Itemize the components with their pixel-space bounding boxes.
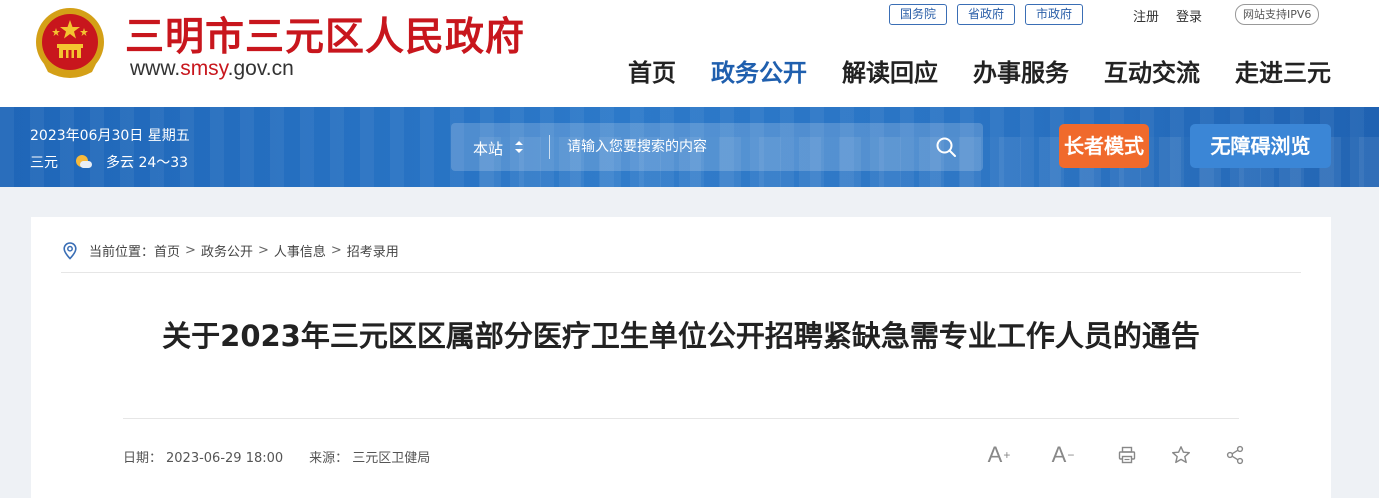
font-decrease-sign: − [1067, 448, 1075, 462]
accessible-mode-button[interactable]: 无障碍浏览 [1190, 124, 1331, 168]
national-emblem-icon [36, 8, 104, 78]
top-links: 国务院 省政府 市政府 [889, 4, 1084, 25]
partly-cloudy-icon [74, 155, 92, 169]
star-icon [1172, 446, 1190, 464]
main-nav: 首页 政务公开 解读回应 办事服务 互动交流 走进三元 [628, 53, 1331, 88]
source-label: 来源： [309, 451, 349, 466]
article-meta: 日期： 2023-06-29 18:00 来源： 三元区卫健局 [123, 447, 434, 466]
font-increase-sign: + [1003, 448, 1011, 462]
breadcrumb-home[interactable]: 首页 [154, 241, 180, 260]
font-decrease-letter: A [1051, 442, 1067, 467]
current-date: 2023年06月30日 星期五 [30, 128, 190, 144]
date-label: 日期： [123, 451, 163, 466]
breadcrumb-separator: > [185, 243, 196, 258]
site-header: 三明市三元区人民政府 www.smsy.gov.cn 国务院 省政府 市政府 注… [0, 0, 1379, 107]
breadcrumb: 当前位置： 首页 > 政务公开 > 人事信息 > 招考录用 [63, 241, 399, 260]
nav-interpretation[interactable]: 解读回应 [842, 53, 938, 88]
breadcrumb-personnel[interactable]: 人事信息 [274, 241, 326, 260]
favorite-button[interactable] [1169, 443, 1193, 467]
search-scope-select[interactable]: 本站 [473, 138, 503, 159]
print-icon [1118, 446, 1136, 464]
weather-city: 三元 [30, 155, 58, 171]
url-highlight: smsy [180, 57, 228, 80]
toplink-city[interactable]: 市政府 [1025, 4, 1084, 25]
toplink-province[interactable]: 省政府 [957, 4, 1016, 25]
url-suffix: .gov.cn [227, 57, 294, 80]
nav-home[interactable]: 首页 [628, 53, 676, 88]
print-button[interactable] [1115, 443, 1139, 467]
breadcrumb-gov-affairs[interactable]: 政务公开 [201, 241, 253, 260]
nav-gov-affairs[interactable]: 政务公开 [711, 53, 807, 88]
font-increase-letter: A [987, 442, 1003, 467]
site-url: www.smsy.gov.cn [130, 57, 294, 81]
article-source: 三元区卫健局 [352, 451, 431, 466]
share-button[interactable] [1223, 443, 1247, 467]
breadcrumb-divider [61, 272, 1301, 273]
user-links: 注册 登录 [1133, 6, 1219, 25]
toplink-state-council[interactable]: 国务院 [889, 4, 948, 25]
breadcrumb-separator: > [330, 243, 342, 258]
font-decrease-button[interactable]: A − [1043, 442, 1083, 467]
banner: 2023年06月30日 星期五 三元 多云 24～33 本站 长者模式 无障碍浏… [0, 107, 1379, 187]
sort-arrows-icon[interactable] [514, 140, 524, 154]
breadcrumb-recruitment[interactable]: 招考录用 [347, 241, 399, 260]
title-divider [123, 418, 1239, 419]
search-box: 本站 [451, 123, 983, 171]
font-increase-button[interactable]: A + [979, 442, 1019, 467]
weather-info: 三元 多云 24～33 [30, 152, 188, 172]
search-input[interactable] [567, 137, 927, 157]
register-link[interactable]: 注册 [1133, 10, 1159, 25]
ipv6-badge: 网站支持IPV6 [1235, 4, 1320, 25]
site-title[interactable]: 三明市三元区人民政府 [125, 6, 525, 62]
location-pin-icon [63, 241, 77, 260]
nav-interaction[interactable]: 互动交流 [1104, 53, 1200, 88]
elder-mode-button[interactable]: 长者模式 [1059, 124, 1149, 168]
share-icon [1226, 445, 1244, 465]
publish-date: 2023-06-29 18:00 [166, 451, 284, 466]
breadcrumb-label: 当前位置： [89, 245, 155, 260]
weather-text: 多云 24～33 [106, 155, 189, 171]
breadcrumb-separator: > [257, 243, 269, 258]
article-tools: A + A − [979, 442, 1247, 467]
article-card: 当前位置： 首页 > 政务公开 > 人事信息 > 招考录用 关于2023年三元区… [31, 217, 1331, 498]
search-icon[interactable] [935, 136, 957, 158]
article-title: 关于2023年三元区区属部分医疗卫生单位公开招聘紧缺急需专业工作人员的通告 [162, 319, 1200, 353]
search-divider [549, 135, 550, 159]
nav-services[interactable]: 办事服务 [973, 53, 1069, 88]
url-prefix: www. [130, 57, 181, 80]
nav-about[interactable]: 走进三元 [1235, 53, 1331, 88]
login-link[interactable]: 登录 [1176, 10, 1202, 25]
